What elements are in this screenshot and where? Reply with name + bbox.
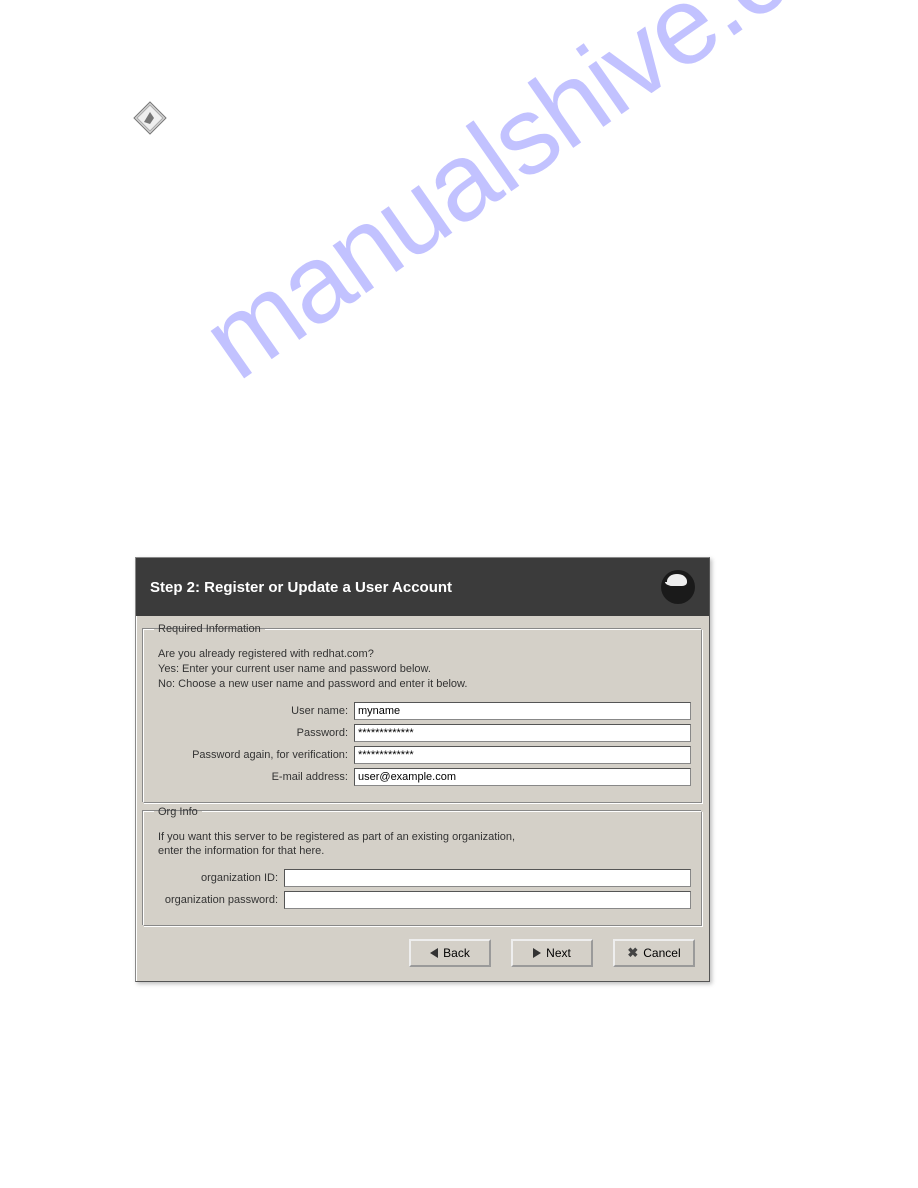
org-intro-line1: If you want this server to be registered… [158,830,691,845]
next-button-label: Next [546,946,571,960]
username-label: User name: [154,705,354,717]
email-input[interactable] [354,768,691,786]
password-verify-row: Password again, for verification: [154,746,691,764]
required-info-intro: Are you already registered with redhat.c… [158,647,691,692]
watermark-text: manualshive.com [180,0,918,404]
next-arrow-icon [533,948,541,958]
password-verify-label: Password again, for verification: [154,749,354,761]
org-intro-line2: enter the information for that here. [158,844,691,859]
register-dialog: Step 2: Register or Update a User Accoun… [135,557,710,982]
password-row: Password: [154,724,691,742]
username-row: User name: [154,702,691,720]
intro-question: Are you already registered with redhat.c… [158,647,691,662]
org-password-label: organization password: [154,894,284,906]
email-row: E-mail address: [154,768,691,786]
cancel-button-label: Cancel [643,946,680,960]
org-info-fieldset: Org Info If you want this server to be r… [143,806,702,927]
org-id-row: organization ID: [154,869,691,887]
password-label: Password: [154,727,354,739]
username-input[interactable] [354,702,691,720]
back-arrow-icon [430,948,438,958]
intro-no: No: Choose a new user name and password … [158,677,691,692]
password-verify-input[interactable] [354,746,691,764]
back-button[interactable]: Back [409,939,491,967]
dialog-body: Required Information Are you already reg… [136,616,709,981]
org-info-legend: Org Info [154,806,202,818]
email-label: E-mail address: [154,771,354,783]
dialog-header: Step 2: Register or Update a User Accoun… [136,558,709,616]
dialog-title: Step 2: Register or Update a User Accoun… [150,579,452,596]
org-password-row: organization password: [154,891,691,909]
note-icon [132,100,168,136]
org-id-label: organization ID: [154,872,284,884]
intro-yes: Yes: Enter your current user name and pa… [158,662,691,677]
cancel-button[interactable]: ✖ Cancel [613,939,695,967]
org-info-intro: If you want this server to be registered… [158,830,691,860]
org-id-input[interactable] [284,869,691,887]
redhat-logo-icon [661,570,695,604]
button-bar: Back Next ✖ Cancel [140,929,705,977]
cancel-x-icon: ✖ [627,945,638,961]
required-info-legend: Required Information [154,623,265,635]
next-button[interactable]: Next [511,939,593,967]
org-password-input[interactable] [284,891,691,909]
required-info-fieldset: Required Information Are you already reg… [143,623,702,803]
password-input[interactable] [354,724,691,742]
back-button-label: Back [443,946,470,960]
